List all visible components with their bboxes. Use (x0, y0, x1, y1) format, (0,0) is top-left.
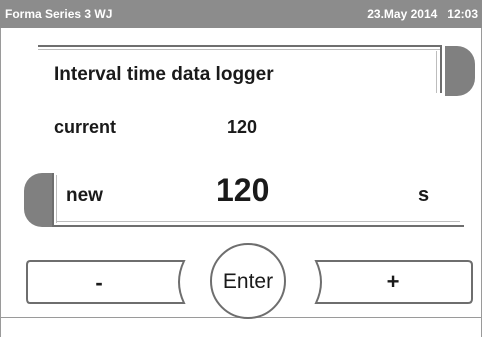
display-screen: Forma Series 3 WJ 23.May 2014 12:03 Inter… (0, 0, 490, 337)
title-panel-right-border (440, 45, 442, 93)
new-label: new (66, 185, 103, 206)
increment-button-label: + (386, 269, 400, 294)
new-value[interactable]: 120 (216, 172, 269, 209)
date-time: 23.May 2014 12:03 (357, 7, 478, 21)
new-value-border-left (52, 173, 54, 227)
screen-frame-right (481, 28, 482, 337)
enter-button-label: Enter (222, 270, 274, 293)
screen-frame-left (0, 28, 1, 337)
title-panel-tab (445, 46, 475, 96)
new-value-inner-border-left (56, 175, 57, 223)
current-value: 120 (227, 117, 258, 137)
time: 12:03 (447, 7, 478, 21)
current-label: current (54, 117, 117, 137)
unit-label: s (418, 184, 430, 206)
decrement-button-label: - (95, 270, 103, 295)
status-bar: Forma Series 3 WJ 23.May 2014 12:03 (0, 0, 482, 28)
device-name: Forma Series 3 WJ (5, 7, 113, 21)
title-panel-border (38, 45, 442, 47)
title-panel-right-inner-border (436, 51, 437, 93)
new-value-inner-border-bottom (56, 221, 460, 222)
new-value-border-bottom (52, 225, 464, 227)
page-title: Interval time data logger (54, 64, 274, 85)
new-value-tab (24, 173, 52, 227)
date: 23.May 2014 (367, 7, 438, 21)
title-panel-inner-border (38, 49, 442, 50)
